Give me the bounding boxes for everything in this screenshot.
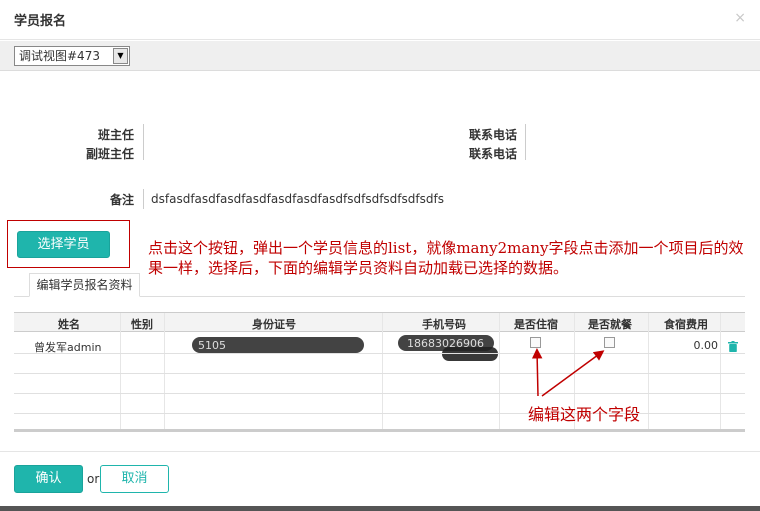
view-select[interactable]: 调试视图#473 ▼ bbox=[14, 46, 130, 66]
cell-phone[interactable]: 18683026906 bbox=[407, 337, 484, 350]
close-icon[interactable]: × bbox=[734, 10, 746, 26]
field-divider bbox=[525, 124, 526, 160]
column-header-lodging[interactable]: 是否住宿 bbox=[502, 316, 570, 332]
contact-phone-label-1: 联系电话 bbox=[468, 128, 517, 142]
dialog-header: 学员报名 × bbox=[0, 0, 760, 40]
annotation-text-bottom: 编辑这两个字段 bbox=[528, 405, 641, 424]
contact-phone-label-2: 联系电话 bbox=[468, 147, 517, 161]
annotation-arrows bbox=[531, 348, 605, 397]
cell-fee[interactable]: 0.00 bbox=[674, 339, 719, 352]
note-value[interactable]: dsfasdfasdfasdfasdfasdfasdfasdfsdfsdfsdf… bbox=[151, 192, 444, 206]
field-divider bbox=[143, 189, 144, 209]
column-divider bbox=[648, 313, 649, 429]
tab-edit-student-registration[interactable]: 编辑学员报名资料 bbox=[29, 273, 140, 297]
dialog-title: 学员报名 bbox=[14, 14, 67, 29]
deputy-teacher-label: 副班主任 bbox=[85, 147, 134, 161]
field-divider bbox=[143, 124, 144, 160]
form-sheet: 班主任 副班主任 联系电话 联系电话 备注 dsfasdfasdfasdfasd… bbox=[0, 72, 760, 457]
annotation-text-top: 点击这个按钮，弹出一个学员信息的list，就像many2many字段点击添加一个… bbox=[148, 239, 744, 277]
head-teacher-label: 班主任 bbox=[97, 128, 134, 142]
view-toolbar: 调试视图#473 ▼ bbox=[0, 41, 760, 71]
note-label: 备注 bbox=[109, 193, 134, 207]
confirm-button[interactable]: 确认 bbox=[14, 465, 83, 493]
column-divider bbox=[720, 313, 721, 429]
dialog-footer: 确认 or 取消 bbox=[0, 451, 760, 511]
column-divider bbox=[499, 313, 500, 429]
row-divider bbox=[14, 353, 745, 354]
column-header-phone[interactable]: 手机号码 bbox=[409, 316, 479, 332]
column-divider bbox=[382, 313, 383, 429]
table-header: 姓名 性别 身份证号 手机号码 是否住宿 是否就餐 食宿费用 bbox=[14, 313, 745, 332]
column-header-id-number[interactable]: 身份证号 bbox=[224, 316, 324, 332]
view-select-value: 调试视图#473 bbox=[19, 49, 100, 63]
column-header-gender[interactable]: 性别 bbox=[122, 316, 162, 332]
bottom-edge-bar bbox=[0, 506, 760, 511]
column-divider bbox=[164, 313, 165, 429]
cancel-button[interactable]: 取消 bbox=[100, 465, 169, 493]
chevron-down-icon[interactable]: ▼ bbox=[113, 48, 128, 64]
column-header-meals[interactable]: 是否就餐 bbox=[576, 316, 644, 332]
select-student-button[interactable]: 选择学员 bbox=[17, 231, 110, 258]
cell-id-number[interactable]: 5105 bbox=[198, 339, 226, 352]
row-divider bbox=[14, 373, 745, 374]
column-header-name[interactable]: 姓名 bbox=[34, 316, 104, 332]
column-divider bbox=[120, 313, 121, 429]
trash-icon[interactable] bbox=[728, 341, 738, 352]
row-divider bbox=[14, 393, 745, 394]
or-separator: or bbox=[87, 472, 100, 486]
column-header-fee[interactable]: 食宿费用 bbox=[654, 316, 718, 332]
